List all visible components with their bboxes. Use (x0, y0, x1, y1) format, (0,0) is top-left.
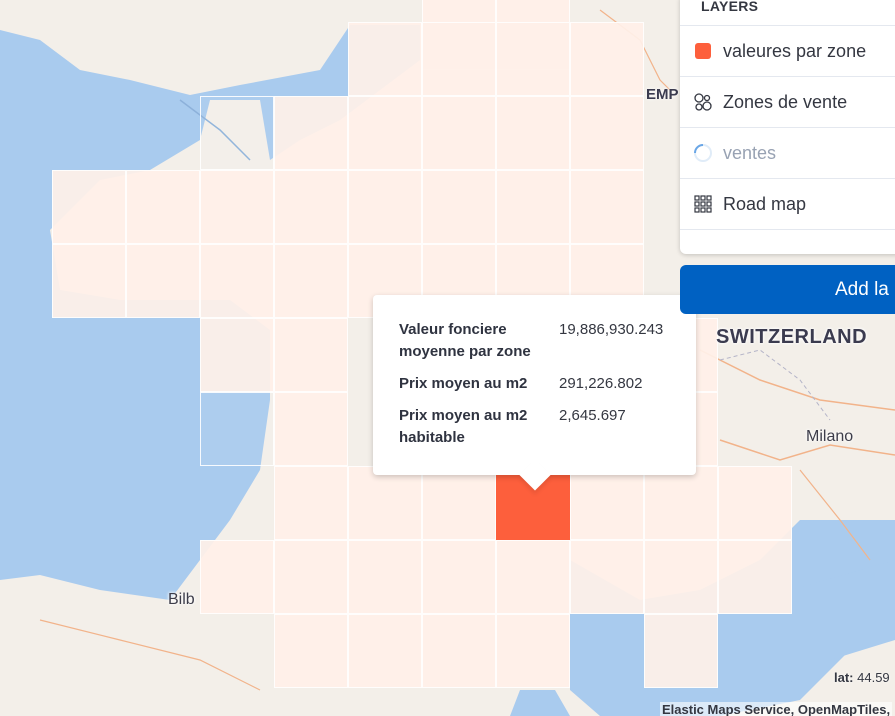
grid-cell[interactable] (570, 96, 644, 170)
grid-cell[interactable] (126, 170, 200, 244)
loading-spinner-icon (693, 143, 713, 163)
grid-cell[interactable] (422, 96, 496, 170)
grid-cell[interactable] (274, 96, 348, 170)
grid-cell[interactable] (496, 170, 570, 244)
tooltip-label: Prix moyen au m2 habitable (399, 407, 528, 446)
layer-label: Road map (723, 193, 807, 214)
grid-icon (693, 194, 713, 214)
grid-cell[interactable] (496, 614, 570, 688)
grid-cell[interactable] (348, 466, 422, 540)
grid-cell-empty[interactable] (200, 392, 274, 466)
grid-cell[interactable] (422, 466, 496, 540)
grid-cell[interactable] (200, 244, 274, 318)
grid-cell[interactable] (274, 244, 348, 318)
lat-value: 44.59 (857, 670, 890, 685)
tooltip-row: Prix moyen au m2 291,226.802 (399, 373, 670, 395)
cluster-circles-icon (693, 92, 713, 112)
grid-cell[interactable] (348, 170, 422, 244)
grid-cell[interactable] (644, 540, 718, 614)
label-bilbao: Bilb (168, 591, 195, 608)
grid-cell[interactable] (570, 170, 644, 244)
grid-cell[interactable] (348, 22, 422, 96)
layer-label: ventes (723, 142, 777, 163)
coordinate-readout: lat: 44.59 (834, 670, 890, 685)
grid-cell[interactable] (348, 614, 422, 688)
tooltip-row: Prix moyen au m2 habitable 2,645.697 (399, 405, 670, 449)
grid-cell[interactable] (274, 614, 348, 688)
label-emp: EMP (646, 86, 679, 103)
grid-cell[interactable] (644, 614, 718, 688)
grid-cell[interactable] (274, 170, 348, 244)
filled-square-icon (693, 41, 713, 61)
grid-cell[interactable] (422, 614, 496, 688)
grid-cell[interactable] (274, 466, 348, 540)
grid-cell[interactable] (570, 22, 644, 96)
label-milano: Milano (806, 428, 854, 445)
grid-cell[interactable] (200, 170, 274, 244)
map-tooltip: Valeur fonciere moyenne par zone 19,886,… (373, 295, 696, 491)
layer-item-valeures-par-zone[interactable]: valeures par zone (680, 25, 895, 76)
grid-cell[interactable] (570, 540, 644, 614)
layer-item-ventes[interactable]: ventes (680, 127, 895, 178)
tooltip-value: 19,886,930.243 (559, 321, 664, 338)
grid-cell[interactable] (422, 22, 496, 96)
tooltip-row: Valeur fonciere moyenne par zone 19,886,… (399, 319, 670, 363)
grid-cell[interactable] (496, 96, 570, 170)
grid-cell[interactable] (422, 540, 496, 614)
grid-cell[interactable] (570, 466, 644, 540)
map-attribution[interactable]: Elastic Maps Service, OpenMapTiles, (660, 702, 893, 716)
label-switzerland: SWITZERLAND (716, 326, 868, 348)
grid-cell[interactable] (496, 540, 570, 614)
add-layer-button[interactable]: Add la (680, 265, 895, 314)
grid-cell[interactable] (348, 96, 422, 170)
grid-cell-empty[interactable] (200, 96, 274, 170)
layers-panel: LAYERS valeures par zone Zones de vente … (680, 0, 895, 254)
grid-cell[interactable] (52, 244, 126, 318)
grid-cell[interactable] (644, 466, 718, 540)
layer-label: valeures par zone (723, 40, 867, 61)
layers-divider (680, 229, 895, 230)
layers-title: LAYERS (701, 0, 759, 14)
tooltip-label: Prix moyen au m2 (399, 375, 528, 392)
grid-cell[interactable] (52, 170, 126, 244)
grid-cell[interactable] (274, 318, 348, 392)
tooltip-label: Valeur fonciere moyenne par zone (399, 321, 531, 360)
layer-label: Zones de vente (723, 91, 848, 112)
tooltip-value: 291,226.802 (559, 375, 643, 392)
grid-cell[interactable] (200, 318, 274, 392)
grid-cell[interactable] (200, 540, 274, 614)
grid-cell[interactable] (718, 540, 792, 614)
layer-item-zones-de-vente[interactable]: Zones de vente (680, 76, 895, 127)
layer-item-road-map[interactable]: Road map (680, 178, 895, 229)
grid-cell[interactable] (126, 244, 200, 318)
tooltip-value: 2,645.697 (559, 407, 626, 424)
grid-cell[interactable] (274, 540, 348, 614)
grid-cell[interactable] (718, 466, 792, 540)
grid-cell[interactable] (422, 170, 496, 244)
lat-label: lat: (834, 670, 854, 685)
grid-cell[interactable] (496, 22, 570, 96)
grid-cell[interactable] (348, 540, 422, 614)
grid-cell[interactable] (274, 392, 348, 466)
